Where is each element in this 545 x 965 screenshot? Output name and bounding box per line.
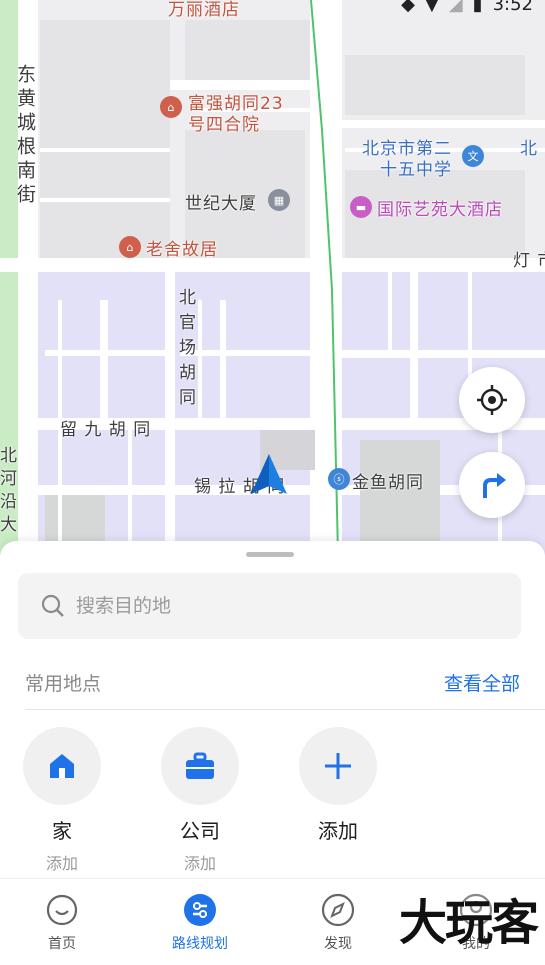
compass-icon <box>321 893 355 927</box>
place-add[interactable]: 添加 <box>288 727 388 844</box>
search-icon <box>41 594 64 617</box>
map-label-intl-hotel[interactable]: 国际艺苑大酒店 <box>377 195 503 220</box>
favorites-header: 常用地点 查看全部 <box>25 669 520 696</box>
divider <box>25 709 545 710</box>
landmark-pin-icon[interactable]: ⌂ <box>160 96 182 118</box>
route-icon <box>184 894 216 926</box>
map-label-donghuangcheng: 东黄城根南街 <box>14 64 36 208</box>
metro-station-icon[interactable]: ⓢ <box>328 468 350 490</box>
tab-route[interactable]: 路线规划 <box>150 893 250 953</box>
place-add-circle[interactable] <box>299 727 377 805</box>
place-add-name: 添加 <box>318 819 358 843</box>
map-label-edge-north: 北 <box>520 139 538 159</box>
map-label-school-2[interactable]: 十五中学 <box>380 155 452 180</box>
map-view[interactable]: ◆ ▼ ◢ ▮ 3:52 万丽酒店 东黄城根南街 ⌂ 富强胡同23 号四合院 北… <box>0 0 545 555</box>
status-bar: ◆ ▼ ◢ ▮ 3:52 <box>401 0 533 15</box>
map-label-laoshe[interactable]: 老舍故居 <box>146 235 218 260</box>
tab-home[interactable]: 首页 <box>12 893 112 953</box>
map-label-deng: 灯 市 <box>513 251 545 271</box>
turn-right-arrow-icon <box>483 473 506 498</box>
map-label-fuqiang-2[interactable]: 号四合院 <box>188 110 260 135</box>
location-status-icon: ◆ <box>401 0 415 15</box>
signal-icon: ◢ <box>448 0 463 15</box>
briefcase-icon <box>186 752 214 779</box>
place-company-name: 公司 <box>180 819 220 843</box>
route-quick-button[interactable] <box>459 452 525 518</box>
school-icon[interactable]: 文 <box>462 145 484 167</box>
search-input[interactable] <box>76 595 476 617</box>
locate-me-button[interactable] <box>459 367 525 433</box>
place-home-circle[interactable] <box>23 727 101 805</box>
tab-discover[interactable]: 发现 <box>288 893 388 953</box>
home-face-icon <box>46 894 78 926</box>
wifi-icon: ▼ <box>424 0 439 15</box>
map-label-jiujiu: 留 九 胡 同 <box>60 420 152 440</box>
map-label-jinyu[interactable]: 金鱼胡同 <box>352 468 424 493</box>
plus-icon <box>325 753 351 779</box>
watermark: 大玩客 <box>398 895 539 951</box>
place-home-sub: 添加 <box>45 854 78 873</box>
battery-icon: ▮ <box>472 0 483 15</box>
place-home[interactable]: 家 添加 <box>12 727 112 874</box>
tab-route-label: 路线规划 <box>172 936 228 952</box>
place-home-name: 家 <box>52 819 72 843</box>
map-label-hotel-top[interactable]: 万丽酒店 <box>168 0 240 20</box>
map-label-left-edge: 北河沿大 <box>0 446 16 538</box>
crosshair-icon <box>477 385 507 415</box>
place-company[interactable]: 公司 添加 <box>150 727 250 874</box>
bottom-sheet: 常用地点 查看全部 家 添加 公司 添加 <box>0 541 545 965</box>
status-time: 3:52 <box>492 0 533 15</box>
map-label-world-building[interactable]: 世纪大厦 <box>185 189 257 214</box>
place-company-sub: 添加 <box>183 854 216 873</box>
tab-home-label: 首页 <box>48 936 76 952</box>
see-all-link[interactable]: 查看全部 <box>444 669 520 696</box>
place-company-circle[interactable] <box>161 727 239 805</box>
home-icon <box>50 754 74 778</box>
museum-icon[interactable]: ⌂ <box>119 236 141 258</box>
current-location-arrow-icon <box>251 454 287 494</box>
hotel-icon[interactable]: ▬ <box>350 196 372 218</box>
map-label-beiguanchang: 北官场胡同 <box>175 288 195 413</box>
favorites-title: 常用地点 <box>25 673 102 695</box>
building-icon[interactable]: ▦ <box>268 189 290 211</box>
tab-discover-label: 发现 <box>324 936 352 952</box>
search-bar[interactable] <box>18 573 521 639</box>
sheet-drag-handle[interactable] <box>246 552 294 557</box>
